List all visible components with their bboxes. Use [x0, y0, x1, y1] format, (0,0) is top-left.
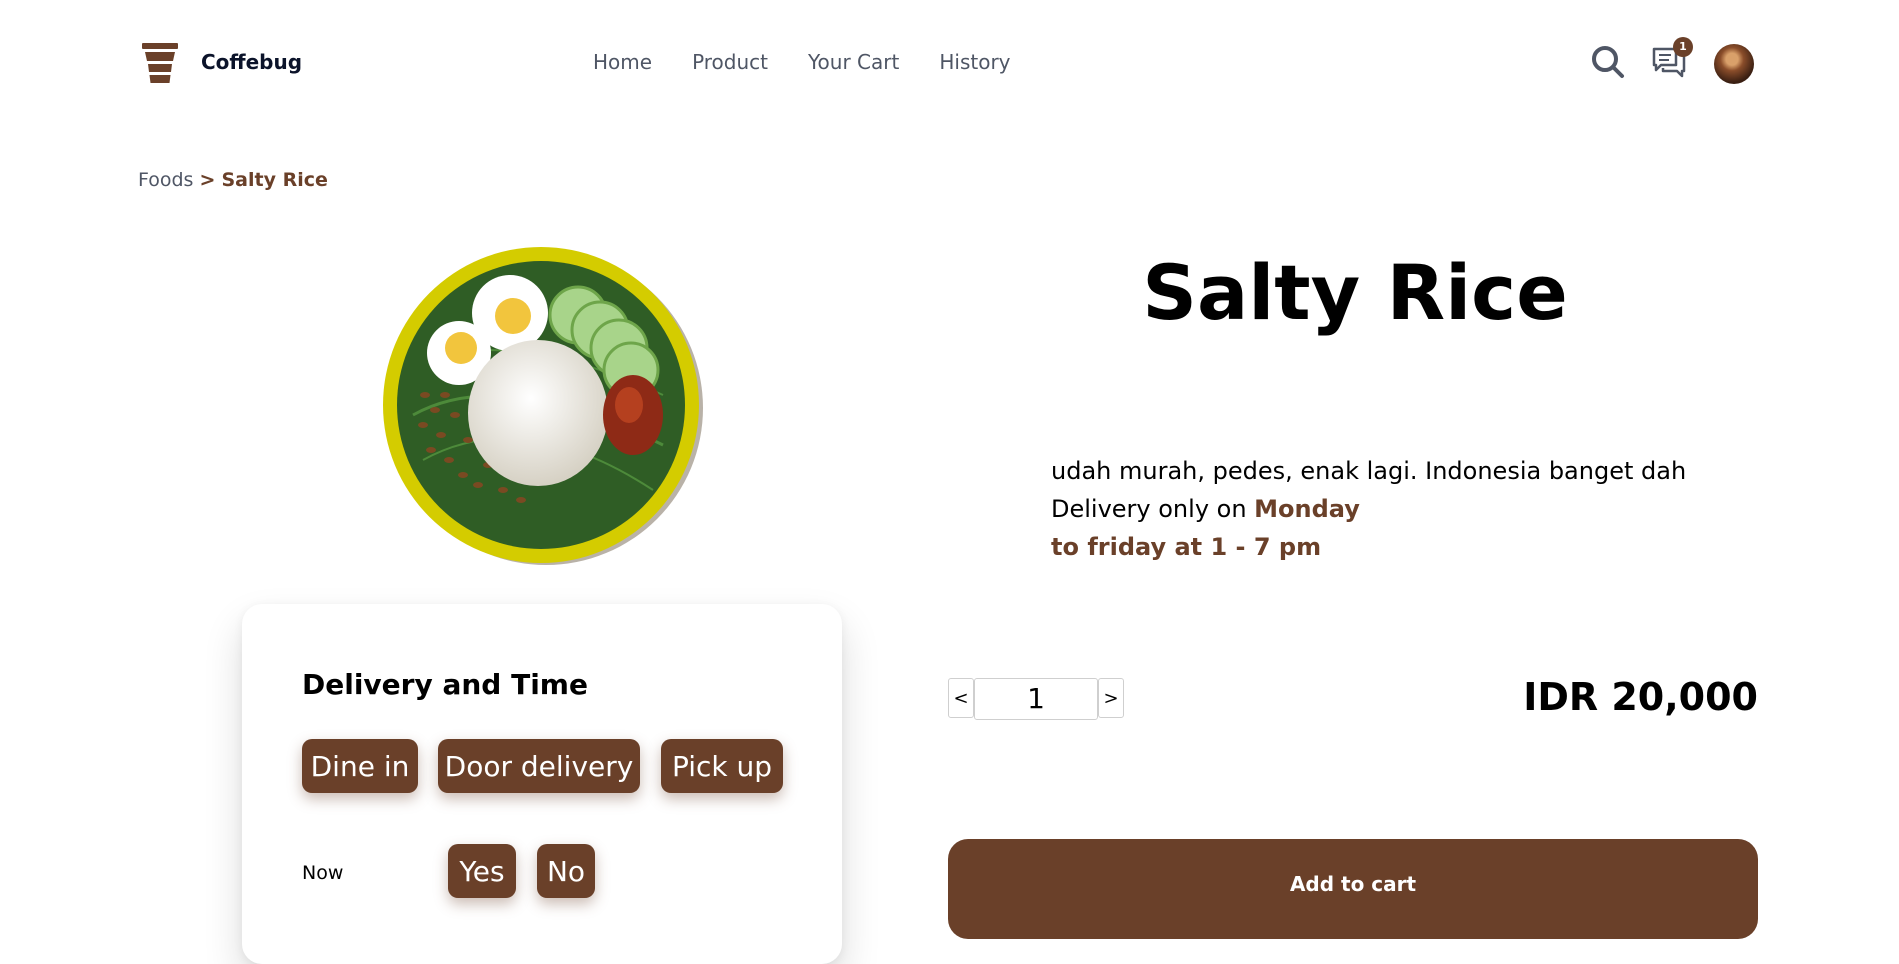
- main-nav: Home Product Your Cart History: [593, 50, 1011, 74]
- now-label: Now: [302, 862, 344, 884]
- nav-history[interactable]: History: [939, 50, 1010, 74]
- door-delivery-button[interactable]: Door delivery: [438, 739, 640, 793]
- nav-your-cart[interactable]: Your Cart: [808, 50, 899, 74]
- dine-in-button[interactable]: Dine in: [302, 739, 418, 793]
- delivery-card-title: Delivery and Time: [302, 668, 588, 701]
- increase-button[interactable]: >: [1098, 678, 1124, 718]
- nav-product[interactable]: Product: [692, 50, 768, 74]
- delivery-day: Monday: [1254, 495, 1360, 523]
- decrease-button[interactable]: <: [948, 678, 974, 718]
- search-icon[interactable]: [1591, 45, 1625, 79]
- description-text: udah murah, pedes, enak lagi. Indonesia …: [1051, 457, 1687, 485]
- add-to-cart-label: Add to cart: [1289, 872, 1417, 896]
- quantity-stepper: < 1 >: [948, 678, 1124, 720]
- breadcrumb-foods[interactable]: Foods: [138, 169, 193, 191]
- delivery-time: to friday at 1 - 7 pm: [1051, 533, 1322, 561]
- now-yes-button[interactable]: Yes: [448, 844, 516, 898]
- coffee-cup-icon: [142, 43, 178, 83]
- breadcrumb: Foods > Salty Rice: [138, 169, 328, 191]
- avatar[interactable]: [1714, 44, 1754, 84]
- product-description: udah murah, pedes, enak lagi. Indonesia …: [1051, 452, 1751, 566]
- delivery-line: Delivery only on Monday: [1051, 490, 1751, 528]
- breadcrumb-separator: >: [199, 169, 216, 191]
- notification-badge: 1: [1673, 37, 1693, 57]
- quantity-value[interactable]: 1: [974, 678, 1098, 720]
- delivery-prefix: Delivery only on: [1051, 495, 1255, 523]
- add-to-cart-button[interactable]: Add to cart: [948, 839, 1758, 939]
- brand-name[interactable]: Coffebug: [201, 50, 302, 74]
- now-no-button[interactable]: No: [537, 844, 595, 898]
- breadcrumb-current: Salty Rice: [221, 169, 328, 191]
- product-price: IDR 20,000: [1523, 675, 1758, 719]
- pick-up-button[interactable]: Pick up: [661, 739, 783, 793]
- nav-home[interactable]: Home: [593, 50, 652, 74]
- product-title: Salty Rice: [1142, 248, 1568, 337]
- product-image: [383, 247, 703, 565]
